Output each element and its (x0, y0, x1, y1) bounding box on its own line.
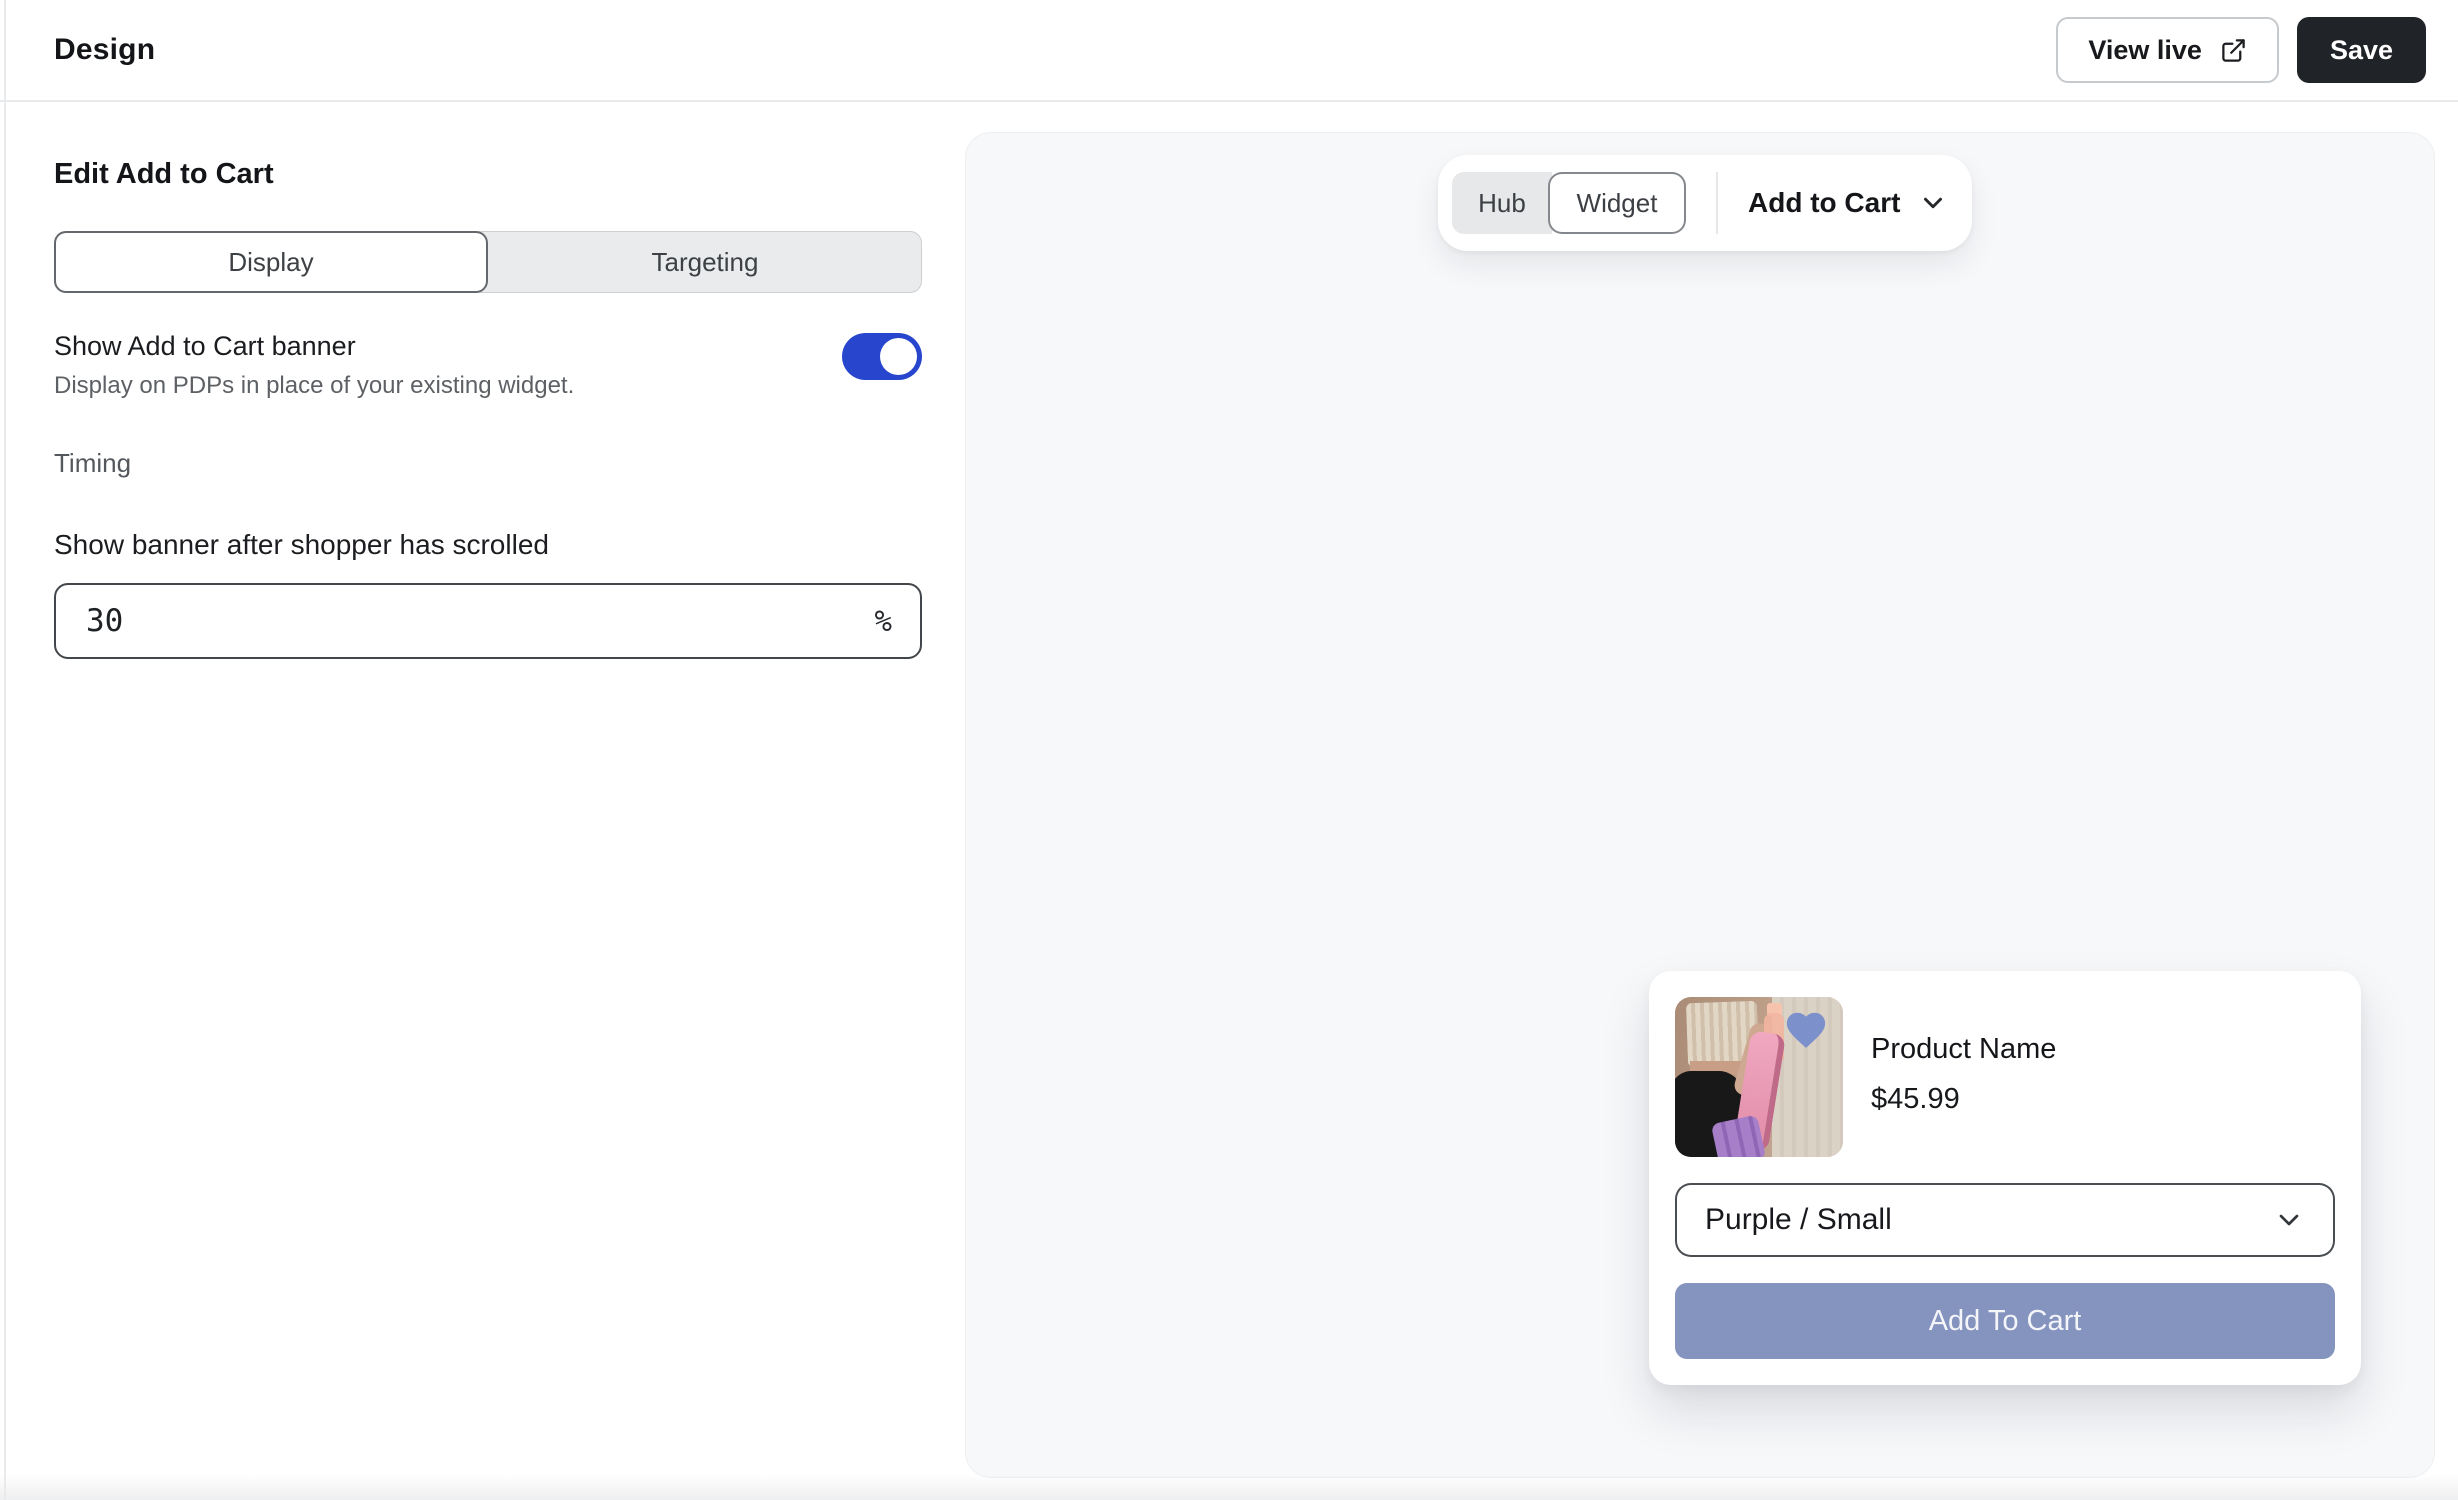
view-switch-hub[interactable]: Hub (1452, 172, 1552, 234)
product-name: Product Name (1871, 1033, 2056, 1066)
banner-toggle-description: Display on PDPs in place of your existin… (54, 372, 842, 400)
component-picker-label: Add to Cart (1748, 187, 1900, 219)
editor-heading: Edit Add to Cart (54, 158, 922, 191)
scroll-field-label: Show banner after shopper has scrolled (54, 529, 922, 561)
tab-targeting-label: Targeting (652, 247, 759, 278)
banner-toggle-label: Show Add to Cart banner (54, 331, 842, 362)
external-link-icon (2220, 37, 2247, 64)
banner-toggle-row: Show Add to Cart banner Display on PDPs … (54, 331, 922, 400)
banner-toggle-switch[interactable] (842, 333, 922, 380)
view-switch-widget[interactable]: Widget (1548, 172, 1686, 234)
preview-canvas: Hub Widget Add to Cart (965, 132, 2435, 1478)
scroll-percentage-field: % (54, 583, 922, 659)
editor-tab-group: Display Targeting (54, 231, 922, 293)
header-actions: View live Save (2056, 17, 2426, 83)
save-label: Save (2330, 35, 2393, 66)
banner-toggle-labels: Show Add to Cart banner Display on PDPs … (54, 331, 842, 400)
tab-display[interactable]: Display (54, 231, 488, 293)
percent-unit-label: % (875, 604, 892, 638)
variant-select-value: Purple / Small (1705, 1203, 1892, 1237)
add-to-cart-banner-preview: Product Name $45.99 Purple / Small Add T… (1649, 971, 2361, 1385)
editor-panel: Edit Add to Cart Display Targeting Show … (54, 102, 922, 659)
view-switch: Hub Widget (1452, 172, 1686, 234)
widget-label: Widget (1577, 188, 1658, 219)
header-bar: Design View live Save (0, 0, 2458, 102)
chevron-down-icon (1918, 188, 1948, 218)
save-button[interactable]: Save (2297, 17, 2426, 83)
preview-toolbar: Hub Widget Add to Cart (1438, 155, 1972, 251)
heart-icon (1783, 1007, 1829, 1051)
variant-select[interactable]: Purple / Small (1675, 1183, 2335, 1257)
page-title: Design (54, 33, 155, 67)
view-live-button[interactable]: View live (2056, 17, 2279, 83)
scroll-percentage-input[interactable] (84, 602, 859, 640)
product-summary: Product Name $45.99 (1675, 997, 2335, 1157)
page-bottom-shadow (0, 1474, 2458, 1500)
component-picker-dropdown[interactable]: Add to Cart (1748, 187, 1948, 219)
view-live-label: View live (2088, 35, 2202, 66)
tab-targeting[interactable]: Targeting (488, 231, 922, 293)
timing-section-label: Timing (54, 448, 922, 479)
add-to-cart-label: Add To Cart (1929, 1305, 2082, 1338)
add-to-cart-button[interactable]: Add To Cart (1675, 1283, 2335, 1359)
product-image (1675, 997, 1843, 1157)
toolbar-divider (1716, 172, 1718, 234)
toggle-knob (880, 338, 917, 375)
window-left-edge (4, 0, 6, 1500)
tab-display-label: Display (228, 247, 313, 278)
chevron-down-icon (2273, 1204, 2305, 1236)
hub-label: Hub (1478, 188, 1526, 219)
product-price: $45.99 (1871, 1083, 2056, 1116)
product-info: Product Name $45.99 (1871, 997, 2056, 1157)
design-editor-app: Design View live Save Edit Add to Cart (0, 0, 2458, 1500)
